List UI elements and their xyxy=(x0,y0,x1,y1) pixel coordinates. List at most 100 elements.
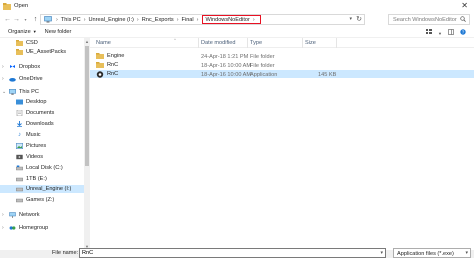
navigation-pane: CSD UE_AssetPacks › Dropbox › OneDrive ⌄… xyxy=(0,38,84,249)
file-name: Engine xyxy=(107,53,125,59)
breadcrumb-rnc-exports[interactable]: Rnc_Exports › xyxy=(142,17,182,23)
sort-ascending-icon: ^ xyxy=(174,37,176,42)
sidebar-item-games-z[interactable]: Games (Z:) xyxy=(0,196,84,204)
file-size: 145 KB xyxy=(318,71,337,78)
computer-icon xyxy=(9,89,16,95)
file-list: Name ^ Date modified Type Size Engine 24… xyxy=(90,37,474,250)
column-divider[interactable] xyxy=(198,38,199,48)
onedrive-icon xyxy=(9,76,16,82)
column-header-date-modified[interactable]: Date modified xyxy=(201,40,236,46)
drive-icon xyxy=(16,176,23,182)
videos-icon xyxy=(16,154,23,160)
breadcrumb-windows-no-editor[interactable]: WindowsNoEditor › xyxy=(202,15,261,24)
preview-pane-icon[interactable] xyxy=(448,29,454,37)
computer-icon xyxy=(43,16,53,24)
file-row-engine[interactable]: Engine 24-Apr-18 1:21 PM File folder xyxy=(90,52,474,60)
file-name-input[interactable] xyxy=(80,249,370,257)
sidebar-item-pictures[interactable]: Pictures xyxy=(0,142,84,150)
address-dropdown-icon[interactable]: ▾ xyxy=(349,16,352,22)
search-icon xyxy=(460,15,466,24)
expand-chevron-icon[interactable]: › xyxy=(2,76,7,82)
dropbox-icon xyxy=(9,64,16,70)
file-type-select[interactable]: Application files (*.exe) ▾ xyxy=(393,248,471,258)
file-type: File folder xyxy=(250,62,275,69)
breadcrumb-unreal-engine[interactable]: Unreal_Engine (I:) › xyxy=(89,17,142,23)
column-divider[interactable] xyxy=(336,38,337,48)
up-arrow-icon[interactable]: ↑ xyxy=(31,15,40,25)
sidebar-item-csd[interactable]: CSD xyxy=(0,39,84,47)
file-type-value: Application files (*.exe) xyxy=(397,250,454,257)
search-box[interactable]: Search WindowsNoEditor xyxy=(388,14,470,25)
sidebar-item-downloads[interactable]: Downloads xyxy=(0,120,84,128)
sidebar-item-unreal-engine-i[interactable]: Unreal_Engine (I:) xyxy=(0,185,84,193)
file-name-field[interactable]: ▾ xyxy=(79,248,386,258)
music-icon: ♪ xyxy=(18,132,21,138)
file-type: File folder xyxy=(250,53,275,60)
sidebar-item-dropbox[interactable]: › Dropbox xyxy=(0,63,84,71)
file-date: 24-Apr-18 1:21 PM xyxy=(201,53,249,60)
column-header-size[interactable]: Size xyxy=(305,40,316,46)
help-icon[interactable]: ? xyxy=(460,29,466,37)
sidebar-item-ue-assetpacks[interactable]: UE_AssetPacks xyxy=(0,48,84,56)
command-bar: Organize ▼ New folder ▼ ? xyxy=(0,27,474,38)
sidebar-item-this-pc[interactable]: ⌄ This PC xyxy=(0,88,84,96)
desktop-icon xyxy=(16,99,23,105)
sidebar-item-desktop[interactable]: Desktop xyxy=(0,98,84,106)
downloads-icon xyxy=(16,121,23,127)
drive-icon xyxy=(16,197,23,203)
expand-chevron-icon[interactable]: › xyxy=(2,64,7,70)
sidebar-item-music[interactable]: ♪ Music xyxy=(0,131,84,139)
column-header-type[interactable]: Type xyxy=(250,40,262,46)
sidebar-item-onedrive[interactable]: › OneDrive xyxy=(0,75,84,83)
view-options-icon[interactable] xyxy=(426,29,433,37)
search-placeholder: Search WindowsNoEditor xyxy=(393,16,457,23)
folder-icon xyxy=(16,49,23,55)
title-bar: Open ✕ xyxy=(0,0,474,12)
network-icon xyxy=(9,212,16,218)
column-divider[interactable] xyxy=(302,38,303,48)
file-name-label: File name: xyxy=(52,249,79,256)
scrollbar-thumb[interactable] xyxy=(85,46,89,166)
file-type: Application xyxy=(250,71,278,78)
back-arrow-icon[interactable]: ← xyxy=(3,15,12,25)
collapse-chevron-icon[interactable]: ⌄ xyxy=(2,89,7,95)
organize-button[interactable]: Organize ▼ xyxy=(8,29,37,35)
breadcrumb-this-pc[interactable]: This PC › xyxy=(61,17,89,23)
documents-icon xyxy=(16,110,23,116)
window-icon xyxy=(3,2,11,10)
homegroup-icon xyxy=(9,225,16,231)
sidebar-item-network[interactable]: › Network xyxy=(0,211,84,219)
view-dropdown-icon[interactable]: ▼ xyxy=(438,31,442,36)
file-type-dropdown-icon[interactable]: ▾ xyxy=(465,250,468,256)
pictures-icon xyxy=(16,143,23,149)
sidebar-item-1tb-e[interactable]: 1TB (E:) xyxy=(0,175,84,183)
recent-locations-icon[interactable]: ▾ xyxy=(21,15,30,25)
application-icon xyxy=(96,71,104,78)
sidebar-item-local-disk-c[interactable]: Local Disk (C:) xyxy=(0,164,84,172)
file-name-bar: File name: ▾ Application files (*.exe) ▾ xyxy=(0,248,474,258)
navigation-bar: ← → ▾ ↑ › This PC › Unreal_Engine (I:) › R… xyxy=(0,12,474,27)
window-title: Open xyxy=(14,3,29,9)
drive-icon xyxy=(16,186,23,192)
sidebar-item-videos[interactable]: Videos xyxy=(0,153,84,161)
breadcrumb-final[interactable]: Final › xyxy=(182,17,202,23)
expand-chevron-icon[interactable]: › xyxy=(2,225,7,231)
sidebar-item-homegroup[interactable]: › Homegroup xyxy=(0,224,84,232)
refresh-icon[interactable]: ↻ xyxy=(356,15,362,23)
column-divider[interactable] xyxy=(247,38,248,48)
address-bar[interactable]: › This PC › Unreal_Engine (I:) › Rnc_Expor… xyxy=(40,14,365,25)
view-controls: ▼ ? xyxy=(426,29,466,37)
forward-arrow-icon[interactable]: → xyxy=(12,15,21,25)
file-name-dropdown-icon[interactable]: ▾ xyxy=(380,250,383,256)
folder-icon xyxy=(16,40,23,46)
file-name: RnC xyxy=(107,71,119,77)
file-row-rnc-application[interactable]: RnC 18-Apr-16 10:00 AM Application 145 K… xyxy=(90,70,474,78)
new-folder-button[interactable]: New folder xyxy=(45,29,72,35)
file-date: 18-Apr-16 10:00 AM xyxy=(201,62,252,69)
file-row-rnc-folder[interactable]: RnC 18-Apr-16 10:00 AM File folder xyxy=(90,61,474,69)
sidebar-item-documents[interactable]: Documents xyxy=(0,109,84,117)
expand-chevron-icon[interactable]: › xyxy=(2,212,7,218)
close-icon[interactable]: ✕ xyxy=(461,1,468,11)
breadcrumb-root-separator[interactable]: › xyxy=(53,17,61,23)
column-header-name[interactable]: Name xyxy=(96,40,111,46)
